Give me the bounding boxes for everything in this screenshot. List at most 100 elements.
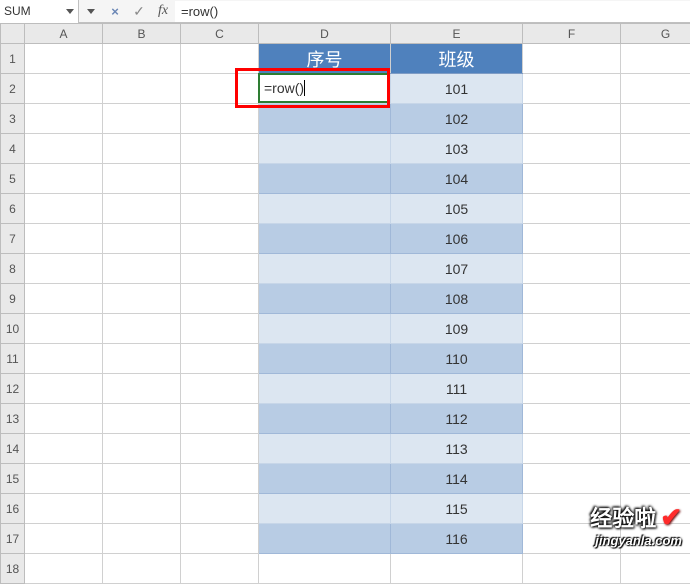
cell-G15[interactable] xyxy=(621,464,690,494)
cell-E2[interactable]: 101 xyxy=(391,74,523,104)
cell-G13[interactable] xyxy=(621,404,690,434)
column-header-A[interactable]: A xyxy=(25,24,103,44)
cell-E4[interactable]: 103 xyxy=(391,134,523,164)
cell-C10[interactable] xyxy=(181,314,259,344)
dropdown-icon[interactable] xyxy=(79,9,103,14)
cell-E11[interactable]: 110 xyxy=(391,344,523,374)
cell-E17[interactable]: 116 xyxy=(391,524,523,554)
cancel-button[interactable]: × xyxy=(103,4,127,19)
cell-G12[interactable] xyxy=(621,374,690,404)
confirm-button[interactable]: ✓ xyxy=(127,3,151,20)
cell-B2[interactable] xyxy=(103,74,181,104)
cell-F1[interactable] xyxy=(523,44,621,74)
cell-B18[interactable] xyxy=(103,554,181,584)
cell-A16[interactable] xyxy=(25,494,103,524)
cell-E10[interactable]: 109 xyxy=(391,314,523,344)
cell-G11[interactable] xyxy=(621,344,690,374)
cell-C18[interactable] xyxy=(181,554,259,584)
spreadsheet-grid[interactable]: ABCDEFG1序号班级2101310241035104610571068107… xyxy=(0,23,690,584)
cell-G16[interactable] xyxy=(621,494,690,524)
cell-B14[interactable] xyxy=(103,434,181,464)
cell-E14[interactable]: 113 xyxy=(391,434,523,464)
column-header-D[interactable]: D xyxy=(259,24,391,44)
cell-D11[interactable] xyxy=(259,344,391,374)
cell-F11[interactable] xyxy=(523,344,621,374)
cell-A4[interactable] xyxy=(25,134,103,164)
cell-C2[interactable] xyxy=(181,74,259,104)
cell-E18[interactable] xyxy=(391,554,523,584)
row-header-1[interactable]: 1 xyxy=(1,44,25,74)
cell-E15[interactable]: 114 xyxy=(391,464,523,494)
cell-G10[interactable] xyxy=(621,314,690,344)
cell-E16[interactable]: 115 xyxy=(391,494,523,524)
cell-C6[interactable] xyxy=(181,194,259,224)
cell-B4[interactable] xyxy=(103,134,181,164)
cell-F5[interactable] xyxy=(523,164,621,194)
cell-C15[interactable] xyxy=(181,464,259,494)
cell-C5[interactable] xyxy=(181,164,259,194)
row-header-15[interactable]: 15 xyxy=(1,464,25,494)
cell-G8[interactable] xyxy=(621,254,690,284)
cell-C17[interactable] xyxy=(181,524,259,554)
cell-F8[interactable] xyxy=(523,254,621,284)
row-header-9[interactable]: 9 xyxy=(1,284,25,314)
cell-D15[interactable] xyxy=(259,464,391,494)
cell-B17[interactable] xyxy=(103,524,181,554)
cell-C7[interactable] xyxy=(181,224,259,254)
cell-F16[interactable] xyxy=(523,494,621,524)
row-header-11[interactable]: 11 xyxy=(1,344,25,374)
cell-C1[interactable] xyxy=(181,44,259,74)
cell-G9[interactable] xyxy=(621,284,690,314)
cell-F14[interactable] xyxy=(523,434,621,464)
column-header-E[interactable]: E xyxy=(391,24,523,44)
cell-D16[interactable] xyxy=(259,494,391,524)
cell-A9[interactable] xyxy=(25,284,103,314)
cell-A13[interactable] xyxy=(25,404,103,434)
cell-B3[interactable] xyxy=(103,104,181,134)
cell-D3[interactable] xyxy=(259,104,391,134)
cell-G1[interactable] xyxy=(621,44,690,74)
row-header-6[interactable]: 6 xyxy=(1,194,25,224)
cell-E13[interactable]: 112 xyxy=(391,404,523,434)
cell-B13[interactable] xyxy=(103,404,181,434)
cell-E1[interactable]: 班级 xyxy=(391,44,523,74)
cell-A14[interactable] xyxy=(25,434,103,464)
cell-F7[interactable] xyxy=(523,224,621,254)
cell-A5[interactable] xyxy=(25,164,103,194)
cell-A11[interactable] xyxy=(25,344,103,374)
cell-F6[interactable] xyxy=(523,194,621,224)
row-header-10[interactable]: 10 xyxy=(1,314,25,344)
row-header-14[interactable]: 14 xyxy=(1,434,25,464)
cell-D1[interactable]: 序号 xyxy=(259,44,391,74)
cell-C8[interactable] xyxy=(181,254,259,284)
cell-B6[interactable] xyxy=(103,194,181,224)
cell-C12[interactable] xyxy=(181,374,259,404)
cell-C13[interactable] xyxy=(181,404,259,434)
cell-E5[interactable]: 104 xyxy=(391,164,523,194)
cell-A15[interactable] xyxy=(25,464,103,494)
cell-C16[interactable] xyxy=(181,494,259,524)
cell-D7[interactable] xyxy=(259,224,391,254)
cell-D4[interactable] xyxy=(259,134,391,164)
column-header-F[interactable]: F xyxy=(523,24,621,44)
cell-B8[interactable] xyxy=(103,254,181,284)
cell-A12[interactable] xyxy=(25,374,103,404)
cell-D6[interactable] xyxy=(259,194,391,224)
cell-A10[interactable] xyxy=(25,314,103,344)
cell-F3[interactable] xyxy=(523,104,621,134)
cell-C14[interactable] xyxy=(181,434,259,464)
cell-D14[interactable] xyxy=(259,434,391,464)
cell-C9[interactable] xyxy=(181,284,259,314)
cell-C4[interactable] xyxy=(181,134,259,164)
cell-B10[interactable] xyxy=(103,314,181,344)
cell-A3[interactable] xyxy=(25,104,103,134)
cell-A7[interactable] xyxy=(25,224,103,254)
cell-B1[interactable] xyxy=(103,44,181,74)
select-all-corner[interactable] xyxy=(1,24,25,44)
cell-A1[interactable] xyxy=(25,44,103,74)
cell-B11[interactable] xyxy=(103,344,181,374)
cell-F18[interactable] xyxy=(523,554,621,584)
column-header-C[interactable]: C xyxy=(181,24,259,44)
row-header-7[interactable]: 7 xyxy=(1,224,25,254)
row-header-3[interactable]: 3 xyxy=(1,104,25,134)
